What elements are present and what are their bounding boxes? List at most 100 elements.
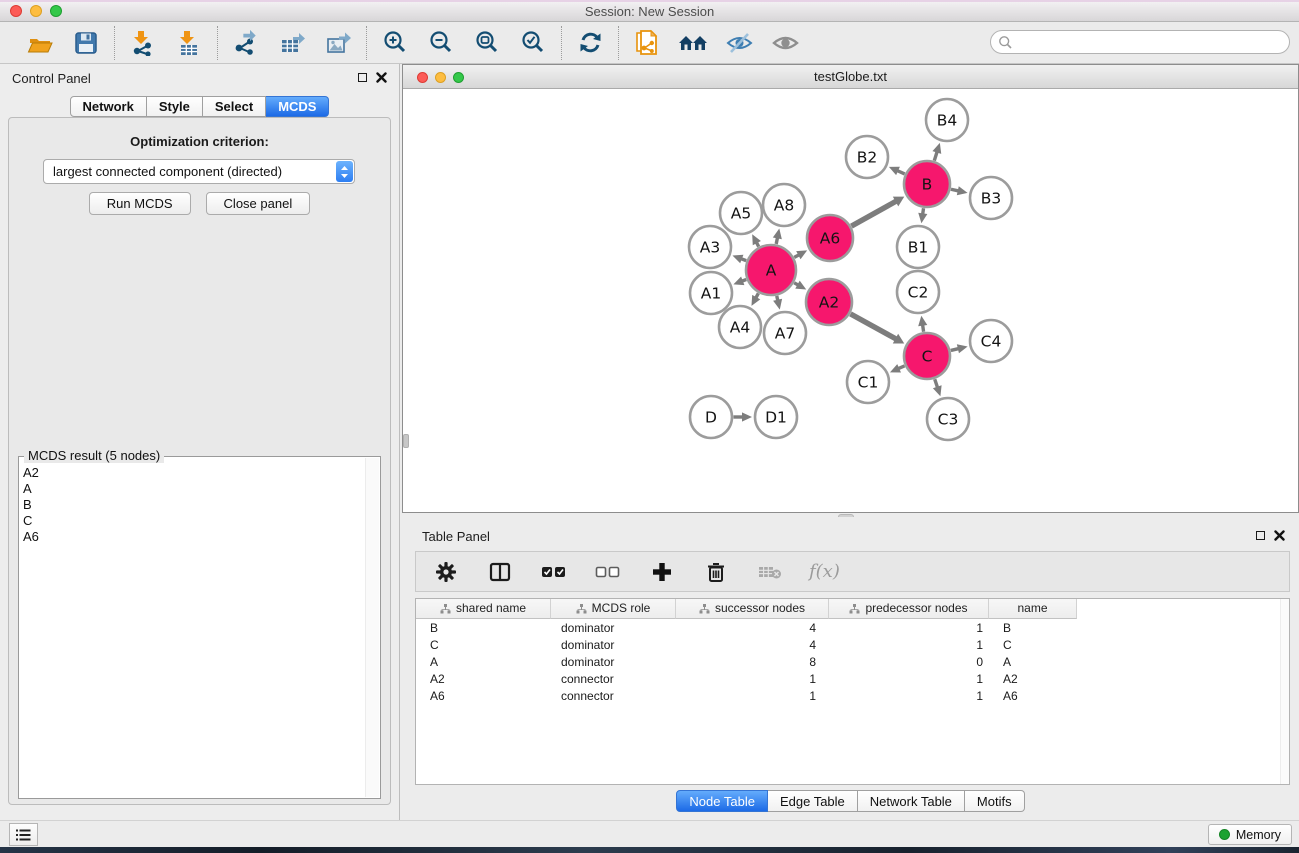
edge-B-B2[interactable] bbox=[889, 167, 905, 175]
edge-A-A1[interactable] bbox=[733, 277, 746, 286]
edge-B-B1[interactable] bbox=[918, 208, 927, 223]
node-C3[interactable]: C3 bbox=[927, 398, 969, 440]
result-item[interactable]: B bbox=[23, 497, 364, 513]
table-row[interactable]: Adominator80A bbox=[416, 653, 1289, 670]
close-table-panel-icon[interactable] bbox=[1274, 530, 1285, 541]
tab-select[interactable]: Select bbox=[203, 96, 266, 117]
edge-A6-B[interactable] bbox=[851, 197, 904, 226]
column-header-successor-nodes[interactable]: successor nodes bbox=[676, 599, 829, 619]
node-A1[interactable]: A1 bbox=[690, 272, 732, 314]
edge-A2-C[interactable] bbox=[850, 314, 904, 344]
node-D[interactable]: D bbox=[690, 396, 732, 438]
node-A3[interactable]: A3 bbox=[689, 226, 731, 268]
table-scrollbar[interactable] bbox=[1280, 599, 1289, 784]
zoom-selected-button[interactable] bbox=[518, 28, 548, 58]
add-column-button[interactable] bbox=[647, 557, 677, 587]
delete-column-button[interactable] bbox=[701, 557, 731, 587]
select-all-button[interactable] bbox=[539, 557, 569, 587]
edge-A-A7[interactable] bbox=[773, 296, 782, 310]
edge-A-A5[interactable] bbox=[752, 234, 761, 246]
function-builder-button[interactable]: f(x) bbox=[809, 557, 840, 587]
save-session-button[interactable] bbox=[71, 28, 101, 58]
edge-A-A4[interactable] bbox=[751, 293, 760, 306]
node-B1[interactable]: B1 bbox=[897, 226, 939, 268]
table-row[interactable]: A2connector11A2 bbox=[416, 670, 1289, 687]
edge-C-C1[interactable] bbox=[890, 364, 905, 372]
node-B[interactable]: B bbox=[904, 161, 950, 207]
open-file-button[interactable] bbox=[25, 28, 55, 58]
import-network-button[interactable] bbox=[128, 28, 158, 58]
edge-B-B4[interactable] bbox=[932, 143, 941, 161]
edge-B-B3[interactable] bbox=[951, 186, 968, 195]
table-row[interactable]: A6connector11A6 bbox=[416, 687, 1289, 704]
import-table-button[interactable] bbox=[174, 28, 204, 58]
node-C4[interactable]: C4 bbox=[970, 320, 1012, 362]
table-row[interactable]: Bdominator41B bbox=[416, 619, 1289, 636]
tab-style[interactable]: Style bbox=[147, 96, 203, 117]
tab-network[interactable]: Network bbox=[70, 96, 147, 117]
result-item[interactable]: A bbox=[23, 481, 364, 497]
network-graph[interactable]: B4B2BB3A8A5A6A3B1AC2A1A2A4A7C4CC1C3DD1 bbox=[403, 89, 1298, 512]
search-input[interactable] bbox=[1013, 33, 1289, 51]
unselect-all-button[interactable] bbox=[593, 557, 623, 587]
node-C[interactable]: C bbox=[904, 333, 950, 379]
column-header-name[interactable]: name bbox=[989, 599, 1077, 619]
network-canvas[interactable]: B4B2BB3A8A5A6A3B1AC2A1A2A4A7C4CC1C3DD1 bbox=[403, 89, 1298, 512]
column-header-mcds-role[interactable]: MCDS role bbox=[551, 599, 676, 619]
node-C1[interactable]: C1 bbox=[847, 361, 889, 403]
tab-edge-table[interactable]: Edge Table bbox=[768, 790, 858, 812]
edge-A-A6[interactable] bbox=[794, 250, 807, 259]
run-mcds-button[interactable]: Run MCDS bbox=[89, 192, 191, 215]
result-item[interactable]: C bbox=[23, 513, 364, 529]
export-network-button[interactable] bbox=[231, 28, 261, 58]
tab-node-table[interactable]: Node Table bbox=[676, 790, 768, 812]
result-item[interactable]: A6 bbox=[23, 529, 364, 545]
column-header-predecessor-nodes[interactable]: predecessor nodes bbox=[829, 599, 989, 619]
node-B4[interactable]: B4 bbox=[926, 99, 968, 141]
zoom-fit-button[interactable] bbox=[472, 28, 502, 58]
edge-A-A8[interactable] bbox=[773, 229, 782, 244]
edge-C-C4[interactable] bbox=[951, 344, 968, 353]
float-table-panel-icon[interactable] bbox=[1256, 531, 1265, 540]
network-document-button[interactable] bbox=[632, 28, 662, 58]
edge-D-D1[interactable] bbox=[734, 412, 753, 421]
node-D1[interactable]: D1 bbox=[755, 396, 797, 438]
optimization-criterion-dropdown[interactable]: largest connected component (directed) bbox=[43, 159, 355, 184]
show-columns-button[interactable] bbox=[485, 557, 515, 587]
float-panel-icon[interactable] bbox=[358, 73, 367, 82]
column-header-shared-name[interactable]: shared name bbox=[416, 599, 551, 619]
table-settings-button[interactable] bbox=[431, 557, 461, 587]
zoom-in-button[interactable] bbox=[380, 28, 410, 58]
task-history-button[interactable] bbox=[9, 823, 38, 846]
refresh-button[interactable] bbox=[575, 28, 605, 58]
export-image-button[interactable] bbox=[323, 28, 353, 58]
edge-A-A3[interactable] bbox=[732, 255, 746, 264]
eye-slash-button[interactable] bbox=[724, 28, 754, 58]
node-C2[interactable]: C2 bbox=[897, 271, 939, 313]
node-A2[interactable]: A2 bbox=[806, 279, 852, 325]
result-scrollbar[interactable] bbox=[365, 458, 379, 797]
canvas-scroll-thumb[interactable] bbox=[403, 434, 409, 448]
node-A7[interactable]: A7 bbox=[764, 312, 806, 354]
close-panel-button[interactable]: Close panel bbox=[206, 192, 311, 215]
edge-C-C2[interactable] bbox=[918, 316, 927, 332]
edge-C-C3[interactable] bbox=[933, 379, 942, 396]
tab-mcds[interactable]: MCDS bbox=[266, 96, 329, 117]
houses-button[interactable] bbox=[678, 28, 708, 58]
zoom-out-button[interactable] bbox=[426, 28, 456, 58]
result-item[interactable]: A2 bbox=[23, 465, 364, 481]
export-table-button[interactable] bbox=[277, 28, 307, 58]
node-A6[interactable]: A6 bbox=[807, 215, 853, 261]
close-panel-icon[interactable] bbox=[376, 72, 387, 83]
node-A4[interactable]: A4 bbox=[719, 306, 761, 348]
edge-A-A2[interactable] bbox=[794, 281, 806, 290]
delete-table-button[interactable] bbox=[755, 557, 785, 587]
memory-button[interactable]: Memory bbox=[1208, 824, 1292, 845]
node-B3[interactable]: B3 bbox=[970, 177, 1012, 219]
node-A[interactable]: A bbox=[746, 245, 796, 295]
table-row[interactable]: Cdominator41C bbox=[416, 636, 1289, 653]
node-B2[interactable]: B2 bbox=[846, 136, 888, 178]
search-field[interactable] bbox=[990, 30, 1290, 54]
tab-network-table[interactable]: Network Table bbox=[858, 790, 965, 812]
node-A8[interactable]: A8 bbox=[763, 184, 805, 226]
